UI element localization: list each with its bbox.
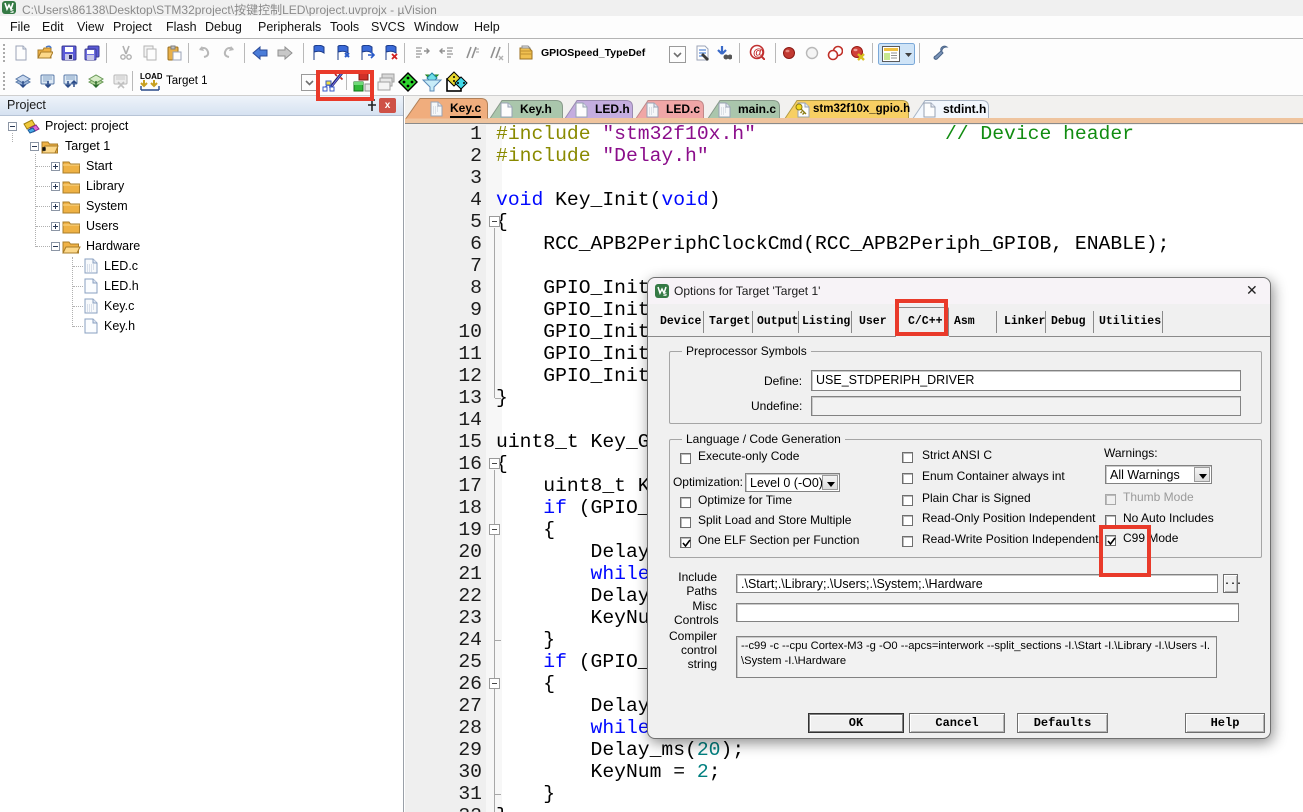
svg-text:s: s <box>10 8 14 14</box>
svg-text:s: s <box>663 291 667 298</box>
svg-text:LOAD: LOAD <box>140 72 162 81</box>
